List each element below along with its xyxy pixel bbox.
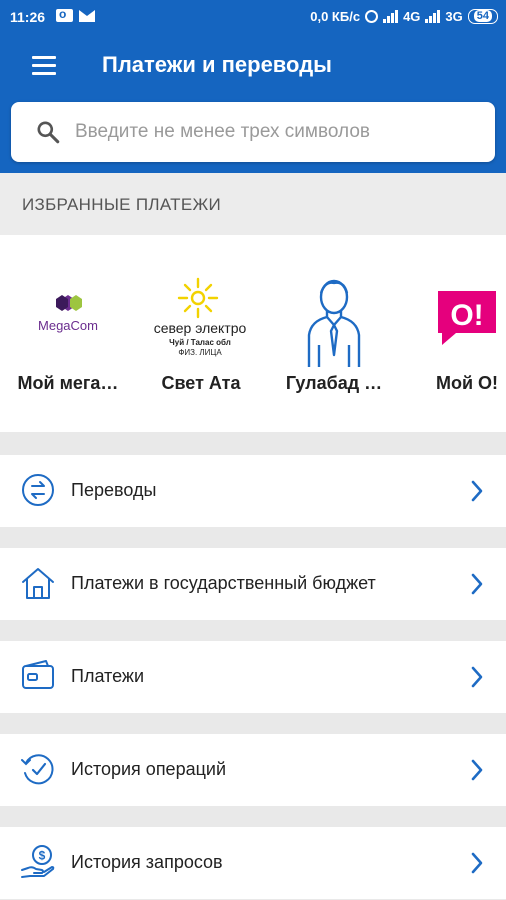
severelectro-logo-text: север электро — [154, 320, 247, 336]
favorite-item-megacom[interactable]: MegaCom Мой мега… — [3, 235, 133, 432]
page-title: Платежи и переводы — [102, 52, 332, 77]
person-icon — [307, 279, 361, 367]
history-icon — [21, 754, 54, 785]
transfer-icon — [22, 474, 54, 506]
o-logo-text: O! — [450, 299, 483, 332]
network-type-2: 3G — [445, 9, 463, 24]
battery-level: 54 — [473, 10, 492, 22]
severelectro-region-text: Чуй / Талас обл — [169, 338, 231, 347]
menu-item-label: Переводы — [71, 480, 157, 500]
alarm-icon — [365, 10, 379, 23]
app-bar: Платежи и переводы — [0, 34, 506, 173]
network-speed: 0,0 КБ/с — [310, 9, 361, 24]
favorite-item-label: Гулабад … — [285, 373, 383, 393]
favorite-item-sveta-ata[interactable]: север электро Чуй / Талас обл ФИЗ. ЛИЦА … — [136, 235, 266, 432]
house-icon — [22, 568, 54, 599]
megacom-logo: MegaCom — [38, 295, 98, 333]
status-time: 11:26 — [10, 9, 46, 25]
mail-icon — [79, 10, 95, 22]
megacom-logo-text: MegaCom — [38, 318, 98, 333]
o-logo: O! — [438, 291, 496, 345]
favorite-item-label: Свет Ата — [161, 373, 241, 393]
menu-item-label: Платежи в государственный бюджет — [71, 573, 376, 593]
menu-item-label: Платежи — [71, 666, 145, 686]
menu-item-operation-history[interactable]: История операций — [0, 734, 506, 806]
chevron-right-icon — [471, 852, 483, 874]
signal-icon-2 — [425, 10, 441, 23]
chevron-right-icon — [471, 666, 483, 688]
severelectro-logo: север электро Чуй / Талас обл ФИЗ. ЛИЦА — [154, 277, 247, 357]
favorites-header: ИЗБРАННЫЕ ПЛАТЕЖИ — [0, 173, 506, 235]
favorites-title: ИЗБРАННЫЕ ПЛАТЕЖИ — [22, 195, 221, 214]
favorite-item-o[interactable]: O! Мой О! — [402, 235, 506, 432]
menu-item-label: История операций — [71, 759, 227, 779]
favorite-item-label: Мой О! — [435, 373, 499, 393]
chevron-right-icon — [471, 573, 483, 595]
severelectro-type-text: ФИЗ. ЛИЦА — [178, 348, 222, 357]
svg-text:$: $ — [39, 849, 46, 863]
outlook-icon — [56, 7, 73, 22]
search-input[interactable] — [75, 117, 475, 147]
search-icon — [37, 121, 60, 144]
search-bar[interactable] — [11, 102, 495, 162]
menu-item-payments[interactable]: Платежи — [0, 641, 506, 713]
hamburger-menu-icon[interactable] — [30, 54, 60, 78]
network-type-1: 4G — [403, 9, 421, 24]
favorite-item-label: Мой мега… — [17, 373, 119, 393]
menu-item-state-budget[interactable]: Платежи в государственный бюджет — [0, 548, 506, 620]
money-hand-icon: $ — [21, 845, 55, 878]
menu-item-label: История запросов — [71, 852, 223, 872]
chevron-right-icon — [471, 480, 483, 502]
menu-item-request-history[interactable]: $ История запросов — [0, 827, 506, 899]
favorite-item-gulabad[interactable]: Гулабад … — [269, 235, 399, 432]
battery-icon: 54 — [467, 9, 498, 24]
chevron-right-icon — [471, 759, 483, 781]
wallet-icon — [22, 660, 54, 689]
status-bar: 11:26 0,0 КБ/с 4G 3G 54 — [0, 0, 506, 34]
menu-item-transfers[interactable]: Переводы — [0, 455, 506, 527]
signal-icon — [383, 10, 399, 23]
favorites-carousel[interactable]: MegaCom Мой мега… север электро Чуй / Та… — [0, 235, 506, 432]
